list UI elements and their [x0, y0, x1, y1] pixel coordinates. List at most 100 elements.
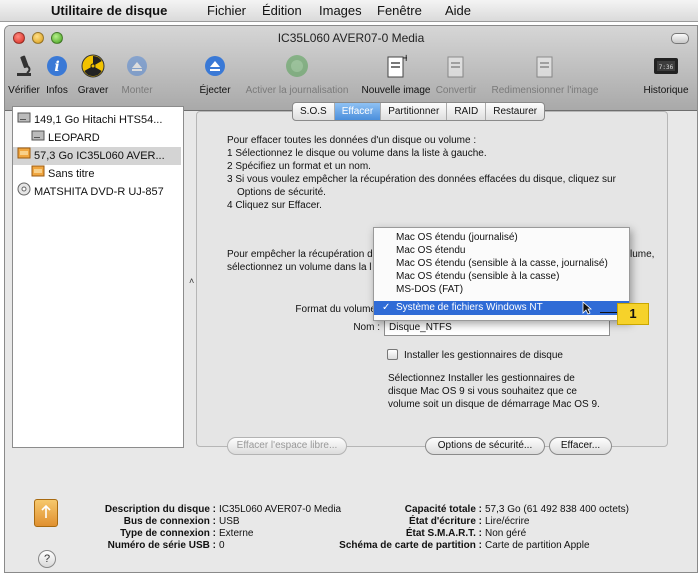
format-option[interactable]: Mac OS étendu [374, 244, 629, 257]
drivers-help-line: volume soit un disque de démarrage Mac O… [388, 399, 600, 410]
menu-bar: Utilitaire de disque Fichier Édition Ima… [0, 0, 698, 22]
format-option-selected[interactable]: ✓ Système de fichiers Windows NT [374, 301, 629, 315]
verify-label: Vérifier [8, 85, 40, 96]
info-label: Bus de connexion : [123, 516, 216, 527]
tab-raid[interactable]: RAID [447, 103, 487, 120]
security-options-button[interactable]: Options de sécurité... [425, 437, 545, 455]
instruction-line: Options de sécurité. [237, 187, 326, 198]
info-value: Carte de partition Apple [485, 540, 590, 551]
volume-name-input[interactable]: Disque_NTFS [384, 319, 610, 336]
sidebar-item-leopard[interactable]: LEOPARD [31, 129, 177, 147]
resize-image-label: Redimensionner l'image [491, 85, 599, 96]
drivers-help-line: disque Mac OS 9 si vous souhaitez que ce [388, 386, 577, 397]
svg-text:+: + [402, 53, 407, 64]
checkmark-icon: ✓ [382, 302, 391, 313]
convert-button[interactable]: Convertir [433, 52, 479, 96]
tab-partitionner[interactable]: Partitionner [381, 103, 448, 120]
title-bar: IC35L060 AVER07-0 Media Vérifier i Infos… [5, 26, 697, 111]
sidebar-item-label: 57,3 Go IC35L060 AVER... [34, 150, 165, 162]
journal-icon [283, 52, 311, 80]
convert-label: Convertir [435, 85, 477, 96]
resize-image-button[interactable]: Redimensionner l'image [483, 52, 607, 96]
sidebar-item-hitachi[interactable]: 149,1 Go Hitachi HTS54... [17, 111, 177, 129]
log-icon: 7:36 [652, 52, 680, 80]
erase-instructions: Pour effacer toutes les données d'un dis… [227, 134, 616, 212]
info-label: Description du disque : [104, 504, 216, 515]
external-disk-icon [17, 147, 31, 165]
sidebar-item-label: 149,1 Go Hitachi HTS54... [34, 114, 163, 126]
sidebar-item-label: Sans titre [48, 168, 95, 180]
format-option[interactable]: Mac OS étendu (sensible à la casse) [374, 270, 629, 283]
format-option[interactable]: MS-DOS (FAT) [374, 283, 629, 296]
info-value: Externe [219, 528, 254, 539]
tab-restaurer[interactable]: Restaurer [486, 103, 544, 120]
mount-icon [123, 52, 151, 80]
tab-effacer[interactable]: Effacer [334, 103, 382, 120]
name-label: Nom : [353, 322, 380, 333]
menu-aide[interactable]: Aide [445, 3, 471, 18]
svg-text:i: i [54, 59, 59, 75]
menu-fichier[interactable]: Fichier [207, 3, 246, 18]
info-label: Capacité totale : [404, 504, 482, 515]
info-value: Non géré [485, 528, 527, 539]
install-drivers-label[interactable]: Installer les gestionnaires de disque [404, 349, 563, 362]
erase-free-space-button[interactable]: Effacer l'espace libre... [227, 437, 347, 455]
security-note-line1-end: lume, [630, 249, 655, 260]
menu-app-name[interactable]: Utilitaire de disque [51, 3, 167, 18]
format-option-label: Système de fichiers Windows NT [396, 302, 543, 313]
burn-label: Graver [77, 85, 109, 96]
split-view-handle[interactable]: ˄ [189, 276, 194, 286]
menu-fenetre[interactable]: Fenêtre [377, 3, 422, 18]
info-label: État S.M.A.R.T. : [405, 528, 482, 539]
info-value: Lire/écrire [485, 516, 530, 527]
microscope-icon [10, 52, 38, 80]
info-value: 57,3 Go (61 492 838 400 octets) [485, 504, 629, 515]
info-label: Infos [46, 85, 68, 96]
drivers-help-line: Sélectionnez Installer les gestionnaires… [388, 373, 575, 384]
verify-button[interactable]: Vérifier [7, 52, 41, 96]
volume-icon [31, 129, 45, 147]
disk-list: 149,1 Go Hitachi HTS54... LEOPARD 57,3 G… [12, 106, 184, 448]
info-value: 0 [219, 540, 225, 551]
log-button[interactable]: 7:36 Historique [639, 52, 693, 96]
usb-disk-icon [34, 499, 58, 527]
sidebar-item-label: LEOPARD [48, 132, 100, 144]
instruction-line: 4 Cliquez sur Effacer. [227, 200, 322, 211]
callout-pointer [600, 312, 618, 313]
format-popup-menu: Mac OS étendu (journalisé) Mac OS étendu… [373, 227, 630, 321]
info-label: Schéma de carte de partition : [339, 540, 482, 551]
svg-text:7:36: 7:36 [659, 64, 674, 71]
sidebar-item-matshita[interactable]: MATSHITA DVD-R UJ-857 [17, 182, 181, 201]
menu-edition[interactable]: Édition [262, 3, 302, 18]
eject-button[interactable]: Éjecter [198, 52, 232, 96]
format-label: Format du volume [295, 304, 376, 315]
log-label: Historique [643, 85, 689, 96]
eject-label: Éjecter [199, 85, 231, 96]
sidebar-item-ic35l060[interactable]: 57,3 Go IC35L060 AVER... [13, 147, 181, 165]
burn-button[interactable]: Graver [75, 52, 111, 96]
erase-button[interactable]: Effacer... [549, 437, 612, 455]
format-option[interactable]: Mac OS étendu (sensible à la casse, jour… [374, 257, 629, 270]
instruction-line: 2 Spécifiez un format et un nom. [227, 161, 371, 172]
sidebar-item-sans-titre[interactable]: Sans titre [31, 165, 177, 183]
instruction-line: Pour effacer toutes les données d'un dis… [227, 135, 477, 146]
new-image-icon: + [382, 52, 410, 80]
hard-disk-icon [17, 111, 31, 129]
install-drivers-checkbox[interactable] [387, 349, 398, 360]
enable-journaling-button[interactable]: Activer la journalisation [237, 52, 357, 96]
help-button[interactable]: ? [38, 550, 56, 568]
security-note-line1-start: Pour empêcher la récupération d [227, 249, 373, 260]
enable-journaling-label: Activer la journalisation [245, 85, 349, 96]
mount-button[interactable]: Monter [119, 52, 155, 96]
format-option[interactable]: Mac OS étendu (journalisé) [374, 231, 629, 244]
tab-bar: S.O.S Effacer Partitionner RAID Restaure… [292, 102, 546, 121]
info-value: USB [219, 516, 240, 527]
burn-icon [79, 52, 107, 80]
toolbar-toggle-button[interactable] [671, 33, 689, 44]
new-image-button[interactable]: + Nouvelle image [361, 52, 431, 96]
window-title: IC35L060 AVER07-0 Media [277, 31, 425, 45]
tab-sos[interactable]: S.O.S [293, 103, 335, 120]
menu-images[interactable]: Images [319, 3, 362, 18]
mount-label: Monter [121, 85, 153, 96]
info-button[interactable]: i Infos [43, 52, 71, 96]
